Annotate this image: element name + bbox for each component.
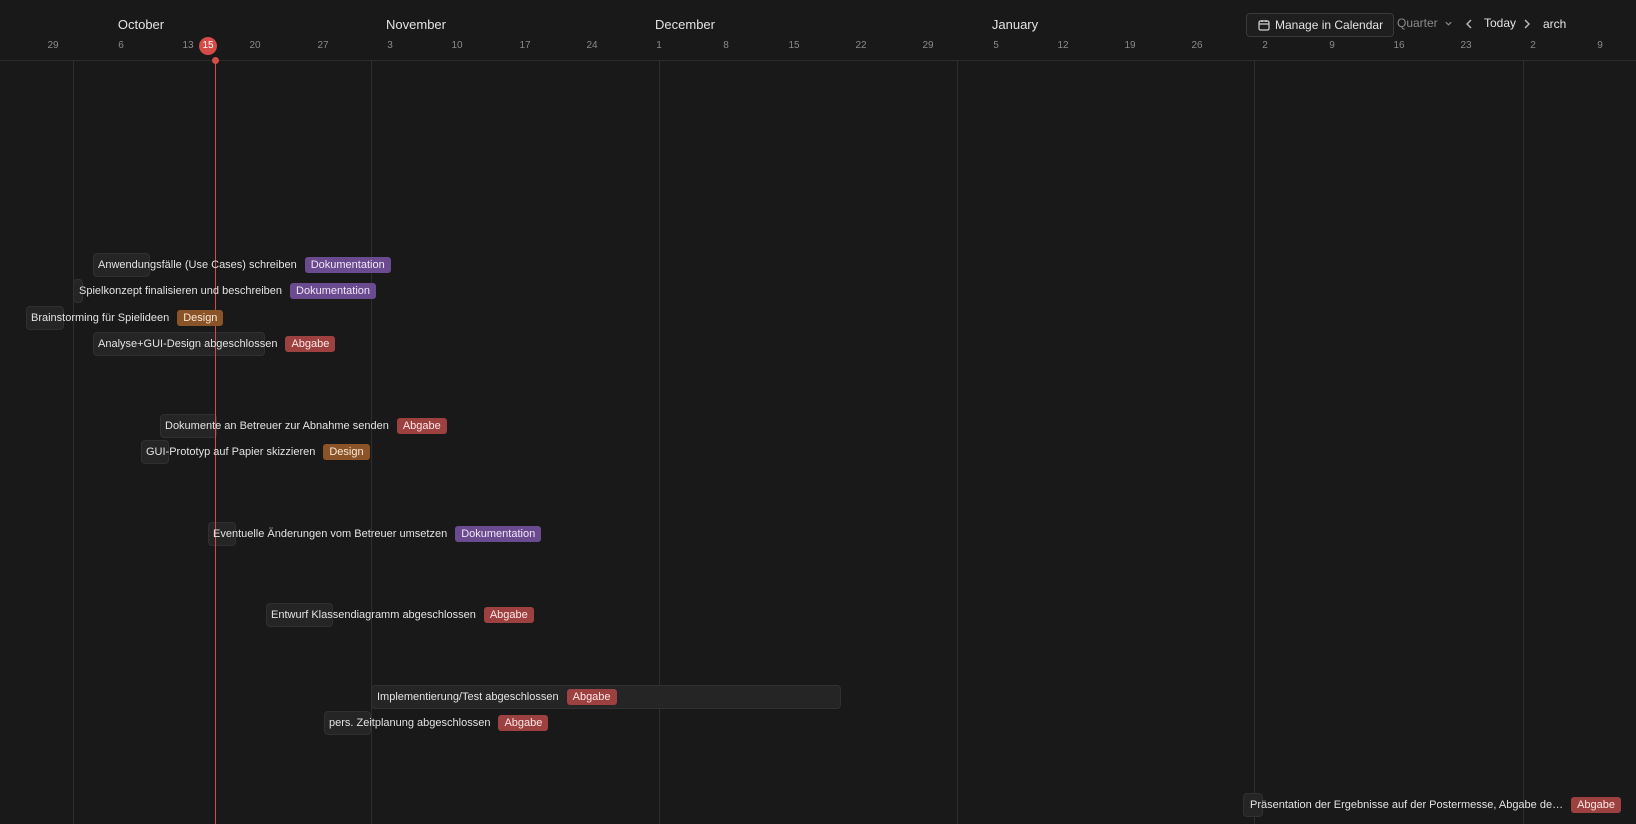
calendar-icon xyxy=(1258,20,1270,31)
task-title: Implementierung/Test abgeschlossen xyxy=(377,691,559,703)
task-title: Eventuelle Änderungen vom Betreuer umset… xyxy=(213,528,448,540)
day-label: 20 xyxy=(249,40,261,51)
tag-badge: Abgabe xyxy=(1571,797,1622,813)
tag-badge: Dokumentation xyxy=(290,283,377,299)
task-item[interactable]: Entwurf Klassendiagramm abgeschlossen Ab… xyxy=(271,603,534,627)
day-label: 2 xyxy=(1530,40,1536,51)
month-gridline xyxy=(1523,60,1524,824)
today-marker-dot xyxy=(212,57,219,64)
day-label: 29 xyxy=(47,40,59,51)
day-label: 24 xyxy=(586,40,598,51)
day-label: 5 xyxy=(993,40,999,51)
task-title: Präsentation der Ergebnisse auf der Post… xyxy=(1250,799,1564,811)
day-label: 8 xyxy=(723,40,729,51)
task-title: Entwurf Klassendiagramm abgeschlossen xyxy=(271,609,476,621)
task-item[interactable]: Anwendungsfälle (Use Cases) schreiben Do… xyxy=(98,253,391,277)
manage-in-calendar-button[interactable]: Manage in Calendar xyxy=(1246,13,1395,37)
day-label: 10 xyxy=(451,40,463,51)
tag-badge: Dokumentation xyxy=(304,257,391,273)
today-date-badge: 15 xyxy=(199,37,217,55)
month-gridline xyxy=(957,60,958,824)
chevron-left-icon[interactable] xyxy=(1462,16,1476,32)
month-label-partial: arch xyxy=(1543,17,1567,31)
day-label: 27 xyxy=(317,40,329,51)
task-title: GUI-Prototyp auf Papier skizzieren xyxy=(146,446,316,458)
today-button[interactable]: Today xyxy=(1484,16,1516,30)
day-label: 19 xyxy=(1124,40,1136,51)
task-item[interactable]: Eventuelle Änderungen vom Betreuer umset… xyxy=(213,522,542,546)
day-label: 9 xyxy=(1597,40,1603,51)
tag-badge: Design xyxy=(177,310,224,326)
day-label: 12 xyxy=(1057,40,1069,51)
day-label: 17 xyxy=(519,40,531,51)
day-label: 23 xyxy=(1460,40,1472,51)
day-label: 15 xyxy=(788,40,800,51)
month-gridline xyxy=(1254,60,1255,824)
task-title: Dokumente an Betreuer zur Abnahme senden xyxy=(165,420,389,432)
task-item[interactable]: Analyse+GUI-Design abgeschlossen Abgabe xyxy=(98,332,336,356)
view-range-dropdown[interactable]: Quarter xyxy=(1397,16,1453,30)
task-item[interactable]: Präsentation der Ergebnisse auf der Post… xyxy=(1250,793,1622,817)
day-label: 3 xyxy=(387,40,393,51)
tag-badge: Dokumentation xyxy=(455,526,542,542)
chevron-right-icon[interactable] xyxy=(1520,16,1534,32)
task-item[interactable]: pers. Zeitplanung abgeschlossen Abgabe xyxy=(329,711,549,735)
task-title: Brainstorming für Spielideen xyxy=(31,312,170,324)
view-range-label: Quarter xyxy=(1397,16,1438,30)
task-item[interactable]: Brainstorming für Spielideen Design xyxy=(31,306,224,330)
tag-badge: Abgabe xyxy=(285,336,336,352)
day-label: 29 xyxy=(922,40,934,51)
day-label: 13 xyxy=(182,40,194,51)
timeline-view: October November December January 29 6 1… xyxy=(0,0,1636,824)
task-item[interactable]: Spielkonzept finalisieren und beschreibe… xyxy=(79,279,377,303)
day-label: 2 xyxy=(1262,40,1268,51)
day-label: 6 xyxy=(118,40,124,51)
chevron-down-icon xyxy=(1445,22,1452,27)
tag-badge: Design xyxy=(323,444,370,460)
task-title: Analyse+GUI-Design abgeschlossen xyxy=(98,338,278,350)
task-title: Anwendungsfälle (Use Cases) schreiben xyxy=(98,259,297,271)
task-title: Spielkonzept finalisieren und beschreibe… xyxy=(79,285,283,297)
month-gridline xyxy=(659,60,660,824)
day-label: 1 xyxy=(656,40,662,51)
day-label: 9 xyxy=(1329,40,1335,51)
task-title: pers. Zeitplanung abgeschlossen xyxy=(329,717,491,729)
task-item[interactable]: Implementierung/Test abgeschlossen Abgab… xyxy=(377,685,617,709)
day-label: 26 xyxy=(1191,40,1203,51)
day-label: 22 xyxy=(855,40,867,51)
tag-badge: Abgabe xyxy=(483,607,534,623)
timeline-controls: Manage in Calendar Quarter Today arch xyxy=(0,13,1636,37)
tag-badge: Abgabe xyxy=(566,689,617,705)
tag-badge: Abgabe xyxy=(498,715,549,731)
month-gridline xyxy=(371,60,372,824)
manage-in-calendar-label: Manage in Calendar xyxy=(1275,18,1384,32)
task-item[interactable]: Dokumente an Betreuer zur Abnahme senden… xyxy=(165,414,447,438)
day-label: 16 xyxy=(1393,40,1405,51)
task-item[interactable]: GUI-Prototyp auf Papier skizzieren Desig… xyxy=(146,440,370,464)
week-gridline xyxy=(73,60,74,824)
tag-badge: Abgabe xyxy=(396,418,447,434)
